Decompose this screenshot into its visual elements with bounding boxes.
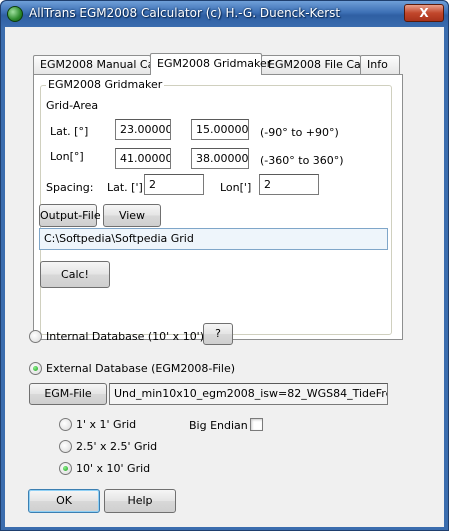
help-button[interactable]: Help [104,489,176,513]
dialog-body: EGM2008 Manual Calc EGM2008 Gridmaker EG… [5,27,444,527]
grid-2p5-label: 2.5' x 2.5' Grid [76,440,158,453]
external-database-label: External Database (EGM2008-File) [46,362,236,375]
lon-label: Lon[°] [50,150,84,163]
ok-button[interactable]: OK [28,489,100,513]
group-title: EGM2008 Gridmaker [46,78,165,91]
egm-file-button[interactable]: EGM-File [29,383,107,405]
internal-database-label: Internal Database (10' x 10') [46,330,205,343]
lat-label: Lat. [°] [50,125,89,138]
close-button[interactable]: X [404,4,444,22]
view-button[interactable]: View [103,204,161,227]
grid-10x10-radio[interactable] [59,462,72,475]
app-globe-icon [7,6,23,22]
lat-range-hint: (-90° to +90°) [260,126,339,139]
spacing-lon-input[interactable]: 2 [259,174,319,195]
external-database-radio[interactable] [29,362,42,375]
lat-to-input[interactable]: 15.000000 [191,119,249,140]
tab-gridmaker[interactable]: EGM2008 Gridmaker [150,53,271,75]
lon-range-hint: (-360° to 360°) [260,154,344,167]
lat-from-input[interactable]: 23.000000 [115,119,171,140]
gridmaker-panel: EGM2008 Gridmaker Grid-Area Lat. [°] 23.… [33,74,403,340]
spacing-lat-label: Lat. ['] [107,181,143,194]
title-bar[interactable]: AllTrans EGM2008 Calculator (c) H.-G. Du… [1,1,448,27]
grid-area-label: Grid-Area [46,99,99,112]
grid-1x1-radio[interactable] [59,418,72,431]
egm-file-path-field[interactable]: Und_min10x10_egm2008_isw=82_WGS84_TideFr… [109,383,388,405]
app-window: AllTrans EGM2008 Calculator (c) H.-G. Du… [0,0,449,531]
spacing-label: Spacing: [46,181,94,194]
output-file-button[interactable]: Output-File [39,204,101,227]
spacing-lon-label: Lon['] [220,181,252,194]
grid-2p5-radio[interactable] [59,440,72,453]
lon-from-input[interactable]: 41.000000 [115,148,171,169]
big-endian-label: Big Endian [189,419,248,432]
grid-1x1-label: 1' x 1' Grid [76,418,137,431]
lon-to-input[interactable]: 38.000000 [191,148,249,169]
internal-database-radio[interactable] [29,330,42,343]
window-title: AllTrans EGM2008 Calculator (c) H.-G. Du… [29,6,341,20]
big-endian-checkbox[interactable] [250,418,263,431]
spacing-lat-input[interactable]: 2 [144,174,204,195]
database-help-button[interactable]: ? [203,323,233,345]
output-path-field[interactable]: C:\Softpedia\Softpedia Grid [39,228,388,250]
calc-button[interactable]: Calc! [40,261,110,288]
tab-file-calc[interactable]: EGM2008 File Calc [261,55,370,74]
tab-manual-calc[interactable]: EGM2008 Manual Calc [33,55,163,74]
tab-info[interactable]: Info [360,55,400,74]
grid-10x10-label: 10' x 10' Grid [76,462,151,475]
